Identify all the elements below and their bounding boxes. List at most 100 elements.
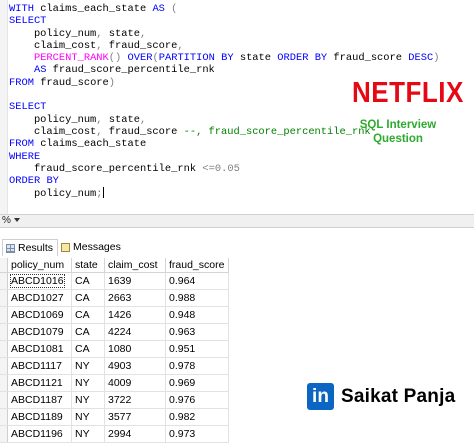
cell-claim-cost[interactable]: 4903 bbox=[104, 357, 166, 375]
cell-state-value: NY bbox=[75, 377, 90, 389]
cell-policy-num-value: ABCD1189 bbox=[11, 411, 63, 423]
cell-claim-cost[interactable]: 3577 bbox=[104, 408, 166, 426]
cell-claim-cost[interactable]: 1080 bbox=[104, 340, 166, 358]
cell-fraud-score[interactable]: 0.978 bbox=[165, 357, 229, 375]
cell-state[interactable]: NY bbox=[71, 408, 105, 426]
results-grid[interactable]: policy_num state claim_cost fraud_score … bbox=[0, 258, 229, 443]
cell-policy-num-value: ABCD1196 bbox=[11, 428, 63, 440]
row-selector[interactable] bbox=[0, 357, 8, 375]
cell-state[interactable]: CA bbox=[71, 272, 105, 290]
cell-policy-num[interactable]: ABCD1121 bbox=[7, 374, 72, 392]
cell-claim-cost[interactable]: 3722 bbox=[104, 391, 166, 409]
results-table: policy_num state claim_cost fraud_score … bbox=[0, 258, 229, 443]
cell-claim-cost[interactable]: 4224 bbox=[104, 323, 166, 341]
cell-policy-num[interactable]: ABCD1079 bbox=[7, 323, 72, 341]
cell-claim-cost[interactable]: 2663 bbox=[104, 289, 166, 307]
table-row[interactable]: ABCD1187 NY 3722 0.976 bbox=[0, 391, 229, 409]
cell-policy-num[interactable]: ABCD1189 bbox=[7, 408, 72, 426]
cell-fraud-score[interactable]: 0.969 bbox=[165, 374, 229, 392]
cell-state[interactable]: NY bbox=[71, 357, 105, 375]
column-header-claim-cost[interactable]: claim_cost bbox=[104, 258, 166, 273]
cell-claim-cost[interactable]: 4009 bbox=[104, 374, 166, 392]
code-line-1: WITH claims_each_state AS ( bbox=[9, 3, 178, 15]
code-line-16: policy_num; bbox=[9, 188, 103, 201]
table-row[interactable]: ABCD1027 CA 2663 0.988 bbox=[0, 289, 229, 307]
cell-claim-cost-value: 1080 bbox=[108, 343, 132, 355]
row-selector[interactable] bbox=[0, 306, 8, 324]
column-header-state[interactable]: state bbox=[71, 258, 105, 273]
cell-state[interactable]: CA bbox=[71, 306, 105, 324]
brand-subtitle: SQL Interview Question bbox=[352, 118, 444, 146]
column-header-policy-num[interactable]: policy_num bbox=[7, 258, 72, 273]
row-selector[interactable] bbox=[0, 408, 8, 426]
cell-claim-cost[interactable]: 1639 bbox=[104, 272, 166, 290]
row-selector[interactable] bbox=[0, 391, 8, 409]
cell-claim-cost-value: 3722 bbox=[108, 394, 132, 406]
row-selector[interactable] bbox=[0, 289, 8, 307]
table-row[interactable]: ABCD1079 CA 4224 0.963 bbox=[0, 323, 229, 341]
cell-claim-cost[interactable]: 1426 bbox=[104, 306, 166, 324]
sql-editor[interactable]: WITH claims_each_state AS ( SELECT polic… bbox=[0, 0, 474, 214]
cell-state[interactable]: CA bbox=[71, 340, 105, 358]
tab-messages[interactable]: Messages bbox=[58, 239, 121, 255]
cell-fraud-score-value: 0.951 bbox=[169, 343, 196, 355]
cell-policy-num[interactable]: ABCD1081 bbox=[7, 340, 72, 358]
cell-claim-cost-value: 2994 bbox=[108, 428, 132, 440]
text-caret bbox=[102, 187, 104, 199]
cell-fraud-score[interactable]: 0.988 bbox=[165, 289, 229, 307]
table-row[interactable]: ABCD1117 NY 4903 0.978 bbox=[0, 357, 229, 375]
row-selector[interactable] bbox=[0, 323, 8, 341]
netflix-logo: NETFLIX bbox=[352, 75, 464, 109]
cell-state-value: NY bbox=[75, 428, 90, 440]
cell-policy-num[interactable]: ABCD1117 bbox=[7, 357, 72, 375]
linkedin-icon: in bbox=[307, 383, 334, 410]
cell-state[interactable]: NY bbox=[71, 391, 105, 409]
cell-policy-num-value: ABCD1081 bbox=[11, 343, 64, 355]
cell-fraud-score[interactable]: 0.951 bbox=[165, 340, 229, 358]
cell-state-value: CA bbox=[75, 326, 90, 338]
cell-state-value: NY bbox=[75, 360, 90, 372]
cell-fraud-score[interactable]: 0.963 bbox=[165, 323, 229, 341]
cell-policy-num[interactable]: ABCD1069 bbox=[7, 306, 72, 324]
row-selector[interactable] bbox=[0, 272, 8, 290]
cell-policy-num-value: ABCD1027 bbox=[11, 292, 64, 304]
code-line-3: policy_num, state, bbox=[9, 27, 147, 40]
table-row[interactable]: ABCD1189 NY 3577 0.982 bbox=[0, 408, 229, 426]
cell-fraud-score[interactable]: 0.982 bbox=[165, 408, 229, 426]
row-number-header[interactable] bbox=[0, 258, 8, 273]
cell-state-value: CA bbox=[75, 275, 90, 287]
cell-fraud-score[interactable]: 0.976 bbox=[165, 391, 229, 409]
cell-fraud-score-value: 0.964 bbox=[169, 275, 196, 287]
cell-fraud-score[interactable]: 0.964 bbox=[165, 272, 229, 290]
cell-state[interactable]: CA bbox=[71, 289, 105, 307]
cell-state-value: NY bbox=[75, 394, 90, 406]
row-selector[interactable] bbox=[0, 340, 8, 358]
grid-icon bbox=[6, 243, 15, 253]
zoom-level[interactable]: % bbox=[2, 215, 11, 227]
cell-fraud-score-value: 0.973 bbox=[169, 428, 196, 440]
cell-fraud-score[interactable]: 0.948 bbox=[165, 306, 229, 324]
code-line-12: FROM claims_each_state bbox=[9, 138, 147, 151]
cell-policy-num[interactable]: ABCD1187 bbox=[7, 391, 72, 409]
table-row[interactable]: ABCD1016 CA 1639 0.964 bbox=[0, 272, 229, 290]
cell-policy-num-value: ABCD1187 bbox=[11, 394, 63, 406]
cell-policy-num[interactable]: ABCD1027 bbox=[7, 289, 72, 307]
code-line-13: WHERE bbox=[9, 150, 41, 163]
cell-policy-num[interactable]: ABCD1016 bbox=[7, 272, 72, 290]
column-header-fraud-score[interactable]: fraud_score bbox=[165, 258, 229, 273]
chevron-down-icon[interactable] bbox=[14, 218, 20, 222]
table-row[interactable]: ABCD1121 NY 4009 0.969 bbox=[0, 374, 229, 392]
header-row: policy_num state claim_cost fraud_score bbox=[0, 258, 229, 273]
message-icon bbox=[61, 242, 70, 252]
row-selector[interactable] bbox=[0, 374, 8, 392]
cell-state[interactable]: CA bbox=[71, 323, 105, 341]
tab-results[interactable]: Results bbox=[2, 239, 58, 256]
code-line-10: policy_num, state, bbox=[9, 113, 147, 126]
table-row[interactable]: ABCD1081 CA 1080 0.951 bbox=[0, 340, 229, 358]
cell-policy-num-value: ABCD1069 bbox=[11, 309, 64, 321]
table-row[interactable]: ABCD1069 CA 1426 0.948 bbox=[0, 306, 229, 324]
cell-claim-cost-value: 1639 bbox=[108, 275, 132, 287]
cell-state[interactable]: NY bbox=[71, 374, 105, 392]
code-line-2: SELECT bbox=[9, 15, 47, 28]
code-line-9: SELECT bbox=[9, 101, 47, 114]
